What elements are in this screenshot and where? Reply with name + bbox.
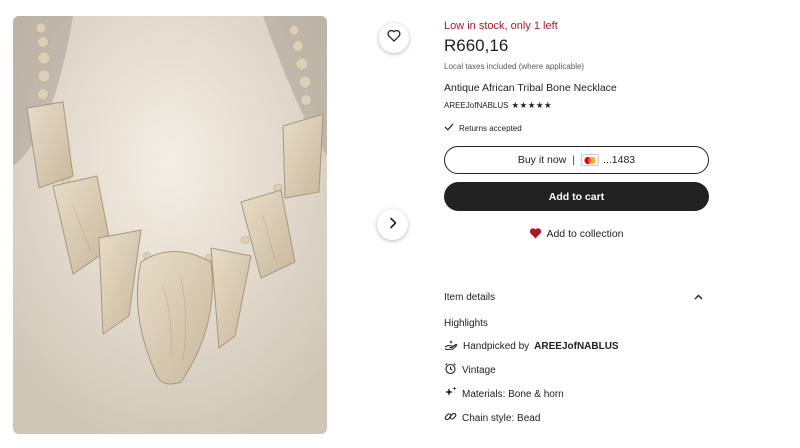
- chevron-up-icon: [694, 292, 703, 303]
- item-details-toggle[interactable]: Item details: [444, 288, 709, 306]
- add-to-cart-button[interactable]: Add to cart: [444, 182, 709, 211]
- returns-label: Returns accepted: [459, 123, 522, 133]
- mastercard-icon: [581, 154, 600, 166]
- add-to-collection-label: Add to collection: [546, 228, 624, 240]
- handpicked-shop-link[interactable]: AREEJofNABLUS: [534, 341, 618, 352]
- heart-outline-icon: [387, 29, 401, 47]
- taxes-note: Local taxes included (where applicable): [444, 62, 585, 71]
- vintage-label: Vintage: [462, 364, 496, 376]
- listing-title: Antique African Tribal Bone Necklace: [444, 82, 617, 94]
- materials-label: Materials: Bone & horn: [462, 388, 564, 400]
- heart-filled-icon: [529, 227, 542, 242]
- chain-link-icon: [444, 410, 457, 426]
- highlights-heading: Highlights: [444, 318, 488, 329]
- check-icon: [444, 123, 454, 133]
- sparkle-icon: [444, 386, 457, 402]
- handpicked-row: Handpicked by AREEJofNABLUS: [444, 338, 619, 354]
- shop-name-link[interactable]: AREEJofNABLUS: [444, 101, 508, 110]
- necklace-image: [13, 16, 327, 434]
- alarm-clock-icon: [444, 362, 457, 378]
- returns-info: Returns accepted: [444, 123, 522, 133]
- chain-style-label: Chain style: Bead: [462, 412, 541, 424]
- product-photo[interactable]: [13, 16, 327, 434]
- vintage-row: Vintage: [444, 362, 496, 378]
- item-details-label: Item details: [444, 291, 496, 303]
- price: R660,16: [444, 36, 509, 55]
- hand-icon: [444, 339, 458, 354]
- next-image-button[interactable]: [377, 209, 408, 240]
- favorite-button[interactable]: [379, 23, 409, 53]
- handpicked-prefix: Handpicked by: [463, 340, 530, 352]
- materials-row: Materials: Bone & horn: [444, 386, 564, 402]
- buy-it-now-button[interactable]: Buy it now | ...1483: [444, 146, 709, 174]
- buy-now-separator: |: [572, 154, 576, 166]
- shop-rating: AREEJofNABLUS ★★★★★: [444, 100, 552, 111]
- card-suffix: ...1483: [603, 154, 636, 166]
- buy-now-label: Buy it now: [517, 154, 567, 166]
- stock-status: Low in stock, only 1 left: [444, 20, 558, 32]
- rating-stars[interactable]: ★★★★★: [511, 100, 552, 111]
- add-to-collection-button[interactable]: Add to collection: [444, 225, 709, 243]
- chain-style-row: Chain style: Bead: [444, 410, 540, 426]
- chevron-right-icon: [388, 216, 398, 234]
